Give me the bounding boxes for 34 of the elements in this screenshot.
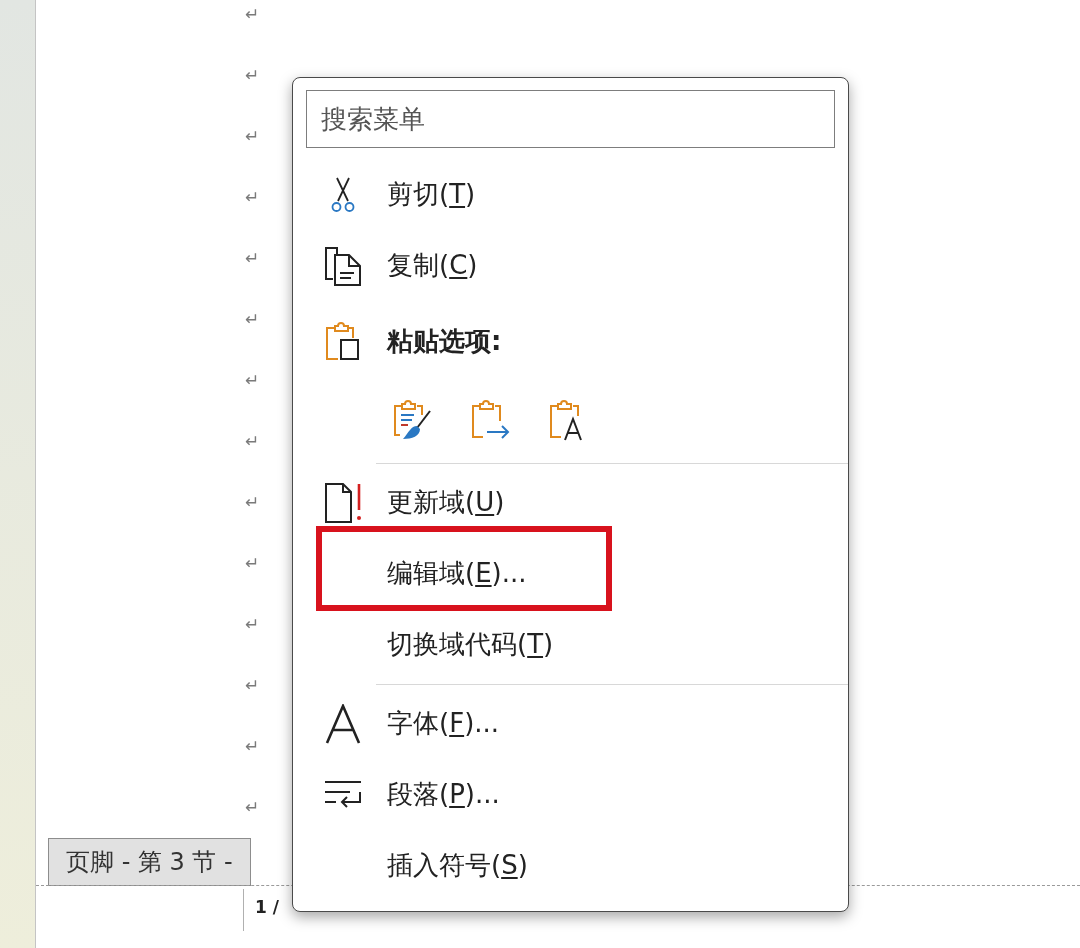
paragraph-mark: ↵ bbox=[245, 613, 260, 636]
clipboard-arrow-icon bbox=[470, 399, 510, 441]
section-label: 粘贴选项: bbox=[387, 324, 502, 358]
paragraph-mark: ↵ bbox=[245, 735, 260, 758]
clipboard-icon bbox=[325, 321, 361, 361]
paragraph-mark: ↵ bbox=[245, 430, 260, 453]
paragraph-mark: ↵ bbox=[245, 125, 260, 148]
paragraph-mark: ↵ bbox=[245, 552, 260, 575]
footer-label: 页脚 - 第 3 节 - bbox=[48, 838, 251, 886]
page-number: 1 / bbox=[255, 897, 279, 917]
clipboard-brush-icon bbox=[392, 399, 432, 441]
paragraph-mark: ↵ bbox=[245, 491, 260, 514]
menu-item[interactable]: 段落(P)... bbox=[323, 773, 500, 816]
menu-item[interactable]: 编辑域(E)... bbox=[387, 556, 527, 591]
copy-pages-icon bbox=[324, 245, 362, 286]
paragraph-mark: ↵ bbox=[245, 796, 260, 819]
letter-a-icon bbox=[325, 703, 361, 744]
paragraph-lines-icon bbox=[323, 779, 363, 810]
paragraph-mark: ↵ bbox=[245, 247, 260, 270]
paragraph-mark: ↵ bbox=[245, 186, 260, 209]
menu-item[interactable]: 剪切(T) bbox=[323, 173, 476, 216]
menu-item[interactable]: 复制(C) bbox=[323, 244, 478, 287]
menu-item[interactable]: 更新域(U) bbox=[323, 481, 505, 524]
paragraph-mark: ↵ bbox=[245, 674, 260, 697]
paragraph-mark: ↵ bbox=[245, 308, 260, 331]
scissors-icon bbox=[329, 176, 357, 213]
menu-item[interactable]: 切换域代码(T) bbox=[387, 627, 554, 662]
search-field[interactable]: 搜索菜单 bbox=[306, 90, 835, 148]
page-exclamation-icon bbox=[323, 481, 363, 524]
menu-item[interactable]: 字体(F)... bbox=[323, 702, 500, 745]
paragraph-mark: ↵ bbox=[245, 3, 260, 26]
paragraph-mark: ↵ bbox=[245, 64, 260, 87]
paragraph-mark: ↵ bbox=[245, 369, 260, 392]
menu-item[interactable]: 插入符号(S) bbox=[387, 848, 528, 883]
